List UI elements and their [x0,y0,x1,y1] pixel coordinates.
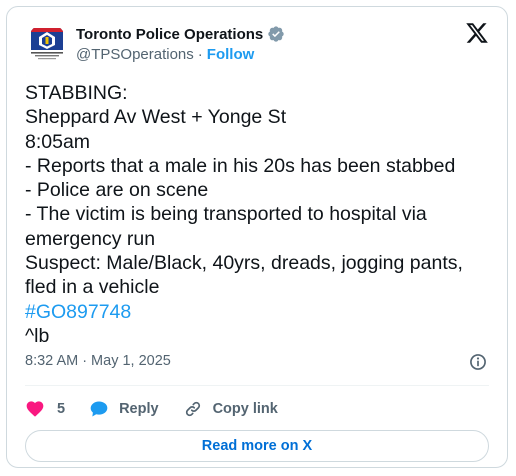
reply-button[interactable]: Reply [89,399,159,419]
tweet-card: Toronto Police Operations @TPSOperations… [6,6,508,468]
handle-separator: · [197,46,203,63]
info-icon[interactable] [468,352,488,372]
avatar[interactable] [27,23,67,63]
account-handle[interactable]: @TPSOperations [76,46,194,63]
tweet-line: - The victim is being transported to hos… [25,203,427,226]
tweet-text: STABBING: Sheppard Av West + Yonge St 8:… [25,81,495,348]
reply-label: Reply [119,401,159,417]
tweet-line: 8:05am [25,130,91,153]
tweet-time: 8:32 AM [25,353,79,369]
speech-bubble-icon [89,399,109,419]
hashtag-link[interactable]: #GO897748 [25,300,495,324]
display-name[interactable]: Toronto Police Operations [76,26,263,43]
divider [25,385,489,386]
tweet-line: - Police are on scene [25,179,209,202]
toronto-police-logo [27,23,67,63]
action-bar: 5 Reply Copy link [25,397,302,421]
heart-icon [25,399,45,419]
tweet-date: May 1, 2025 [91,353,171,369]
tweet-line: fled in a vehicle [25,276,160,299]
follow-button[interactable]: Follow [207,46,255,63]
tweet-timestamp[interactable]: 8:32 AM · May 1, 2025 [25,353,171,369]
name-row: Toronto Police Operations [76,24,285,44]
link-icon [183,399,203,419]
tweet-line: STABBING: [25,82,128,104]
copy-link-button[interactable]: Copy link [183,399,278,419]
tweet-line: emergency run [25,227,156,250]
like-count: 5 [57,401,66,417]
x-logo-icon[interactable] [465,21,489,45]
copy-link-label: Copy link [212,401,278,417]
read-more-button[interactable]: Read more on X [25,430,489,462]
verified-badge-icon [267,25,285,43]
handle-row: @TPSOperations · Follow [76,46,254,63]
tweet-signoff: ^lb [25,324,50,347]
like-button[interactable]: 5 [25,399,65,419]
tweet-line: - Reports that a male in his 20s has bee… [25,154,456,177]
tweet-line: Sheppard Av West + Yonge St [25,106,287,129]
timestamp-separator: · [82,353,88,369]
tweet-line: Suspect: Male/Black, 40yrs, dreads, jogg… [25,252,463,275]
